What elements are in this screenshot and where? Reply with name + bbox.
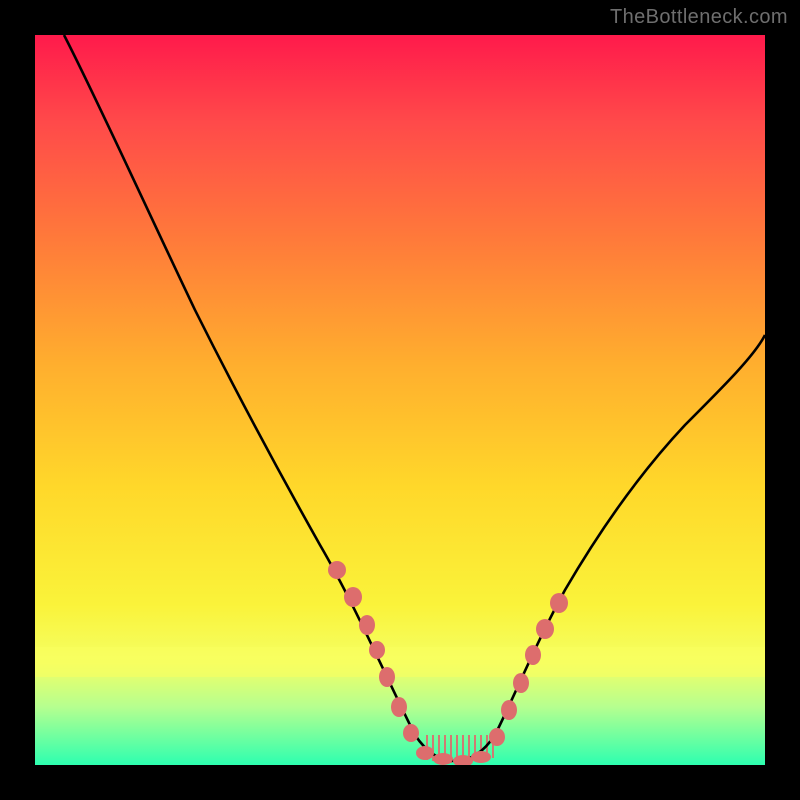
chart-frame: TheBottleneck.com: [0, 0, 800, 800]
watermark-text: TheBottleneck.com: [610, 6, 788, 29]
highlight-band: [35, 647, 765, 677]
chart-overlay: [35, 35, 765, 765]
